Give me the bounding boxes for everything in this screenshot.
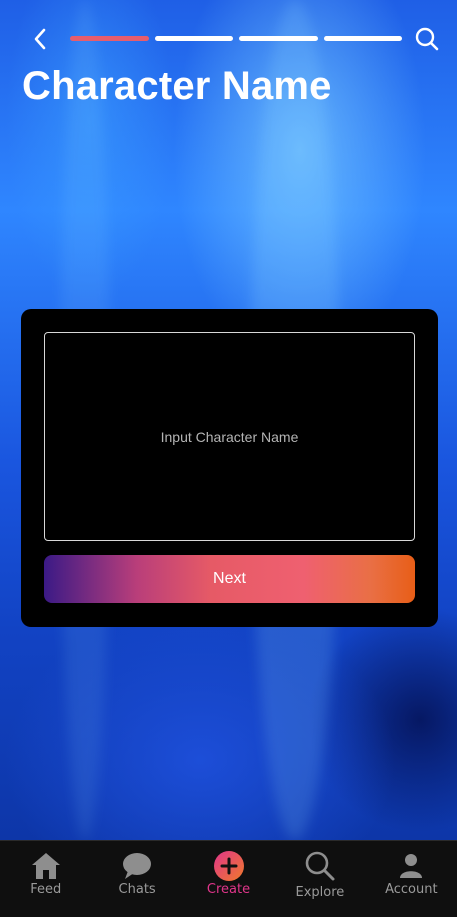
bottom-tab-bar: Feed Chats Create Explore Account — [0, 840, 457, 917]
tab-feed[interactable]: Feed — [0, 841, 91, 917]
tab-label: Explore — [295, 885, 345, 900]
tab-label: Feed — [30, 882, 62, 897]
progress-step-2 — [154, 36, 233, 41]
tab-label: Chats — [118, 882, 156, 897]
page-title: Character Name — [22, 64, 332, 108]
progress-step-4 — [323, 36, 402, 41]
chevron-left-icon — [34, 28, 46, 50]
next-button[interactable]: Next — [44, 555, 415, 603]
person-icon — [394, 849, 428, 883]
chat-bubble-icon — [120, 849, 154, 883]
tab-create[interactable]: Create — [183, 841, 274, 917]
character-name-input[interactable] — [44, 332, 415, 541]
search-button[interactable] — [412, 24, 442, 54]
step-progress — [70, 36, 402, 41]
name-form-card: Next — [21, 309, 438, 627]
search-icon — [415, 27, 439, 51]
progress-step-1 — [70, 36, 149, 41]
progress-step-3 — [239, 36, 318, 41]
tab-label: Account — [385, 882, 438, 897]
tab-account[interactable]: Account — [366, 841, 457, 917]
back-button[interactable] — [26, 24, 54, 54]
plus-circle-icon — [212, 849, 246, 883]
home-icon — [29, 849, 63, 883]
header: Character Name — [0, 0, 457, 120]
tab-chats[interactable]: Chats — [91, 841, 182, 917]
tab-explore[interactable]: Explore — [274, 841, 365, 917]
tab-label: Create — [206, 882, 251, 897]
search-icon — [303, 849, 337, 883]
